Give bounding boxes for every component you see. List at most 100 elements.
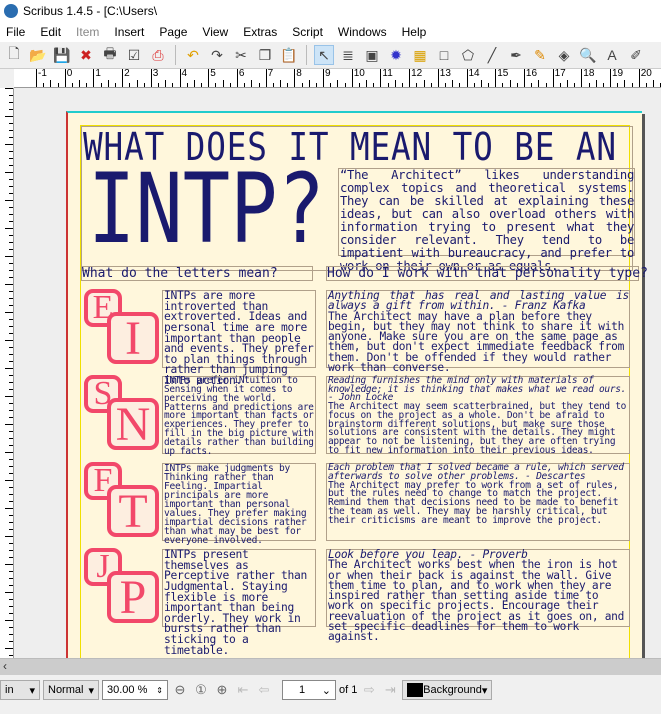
last-page-icon[interactable]: ⇥ xyxy=(381,681,399,699)
ruler-tick xyxy=(9,214,13,215)
edit-text-icon[interactable]: A xyxy=(602,45,622,65)
spinner-icon[interactable]: ⇕ xyxy=(156,686,163,695)
next-page-icon[interactable]: ⇨ xyxy=(360,681,378,699)
ruler-tick xyxy=(5,396,13,397)
close-icon[interactable]: ✖ xyxy=(76,45,96,65)
ruler-tick xyxy=(9,543,13,544)
prev-page-icon[interactable]: ⇦ xyxy=(255,681,273,699)
ruler-tick xyxy=(452,80,454,87)
heading-letters[interactable]: What do the letters mean? xyxy=(81,266,313,281)
ruler-tick xyxy=(9,585,13,586)
work-advice-frame[interactable]: Each problem that I solved became a rule… xyxy=(326,463,630,541)
rotate-icon[interactable]: ◈ xyxy=(554,45,574,65)
menu-extras[interactable]: Extras xyxy=(237,25,286,39)
open-icon[interactable]: 📂 xyxy=(28,45,48,65)
ruler-tick xyxy=(9,277,13,278)
ruler-tick xyxy=(9,249,13,250)
ruler-tick xyxy=(9,361,13,362)
undo-icon[interactable]: ↶ xyxy=(183,45,203,65)
layer-select[interactable]: Background ▾ xyxy=(402,680,493,700)
work-advice-frame[interactable]: Reading furnishes the mind only with mat… xyxy=(326,375,630,455)
cut-icon[interactable]: ✂ xyxy=(231,45,251,65)
menu-edit[interactable]: Edit xyxy=(34,25,70,39)
toolbar-separator xyxy=(306,45,307,65)
print-icon[interactable]: 🖶 xyxy=(100,45,120,65)
chevron-down-icon: ▾ xyxy=(88,684,94,697)
ruler-tick xyxy=(50,80,52,87)
ruler-tick xyxy=(9,242,13,243)
ruler-tick xyxy=(5,312,13,313)
paste-icon[interactable]: 📋 xyxy=(279,45,299,65)
letter-description[interactable]: INTPs prefer iNtuition to Sensing when i… xyxy=(162,376,316,456)
ruler-tick xyxy=(5,368,13,369)
page-select[interactable]: 1 ⌄ xyxy=(282,680,336,700)
unit-select[interactable]: in ▾ xyxy=(0,680,40,700)
ruler-tick xyxy=(5,592,13,593)
ruler-tick xyxy=(9,130,13,131)
letter-description[interactable]: INTPs make judgments by Thinking rather … xyxy=(162,463,316,546)
ruler-tick xyxy=(165,80,167,87)
document-canvas[interactable]: WHAT DOES IT MEAN TO BE AN INTP? “The Ar… xyxy=(15,88,661,658)
heading-work[interactable]: How do I work with that personality type… xyxy=(326,266,648,281)
ruler-tick xyxy=(5,172,13,173)
zoom-100-icon[interactable]: ① xyxy=(192,681,210,699)
freehand-icon[interactable]: ✎ xyxy=(530,45,550,65)
save-icon[interactable]: 💾 xyxy=(52,45,72,65)
ruler-tick xyxy=(9,137,13,138)
new-icon[interactable]: 🗋 xyxy=(4,45,24,65)
menu-item[interactable]: Item xyxy=(70,25,108,39)
zoom-input[interactable]: 30.00 % ⇕ xyxy=(102,680,168,700)
pdf-icon[interactable]: ⎙ xyxy=(148,45,168,65)
work-advice-frame[interactable]: Anything that has real and lasting value… xyxy=(326,290,630,373)
table-icon[interactable]: ▦ xyxy=(410,45,430,65)
intro-text[interactable]: “The Architect” likes understanding comp… xyxy=(338,168,635,273)
letter-tile-t: T xyxy=(107,485,159,538)
menu-help[interactable]: Help xyxy=(396,25,436,39)
zoom-value: 30.00 % xyxy=(107,684,148,696)
line-icon[interactable]: ╱ xyxy=(482,45,502,65)
letter-description[interactable]: INTPs present themselves as Perceptive r… xyxy=(162,549,316,656)
story-editor-icon[interactable]: ✐ xyxy=(626,45,646,65)
ruler-tick xyxy=(9,382,13,383)
vertical-ruler[interactable] xyxy=(0,88,14,658)
zoom-out-icon[interactable]: ⊖ xyxy=(171,681,189,699)
copy-icon[interactable]: ❐ xyxy=(255,45,275,65)
menu-file[interactable]: File xyxy=(0,25,34,39)
ruler-tick xyxy=(9,627,13,628)
menu-view[interactable]: View xyxy=(196,25,237,39)
image-frame-icon[interactable]: ▣ xyxy=(362,45,382,65)
view-mode-select[interactable]: Normal ▾ xyxy=(43,680,99,700)
ruler-label: -1 xyxy=(36,69,47,87)
menu-script[interactable]: Script xyxy=(286,25,332,39)
ruler-tick xyxy=(9,95,13,96)
text-frame-icon[interactable]: ≣ xyxy=(338,45,358,65)
menu-insert[interactable]: Insert xyxy=(108,25,153,39)
menu-windows[interactable]: Windows xyxy=(332,25,396,39)
ruler-tick xyxy=(9,305,13,306)
quote: Reading furnishes the mind only with mat… xyxy=(328,375,627,404)
scroll-left-icon[interactable]: ‹ xyxy=(3,659,7,673)
menu-page[interactable]: Page xyxy=(153,25,196,39)
redo-icon[interactable]: ↷ xyxy=(207,45,227,65)
letter-tile-n: N xyxy=(107,398,159,451)
preflight-icon[interactable]: ☑ xyxy=(124,45,144,65)
polygon-icon[interactable]: ⬠ xyxy=(458,45,478,65)
zoom-icon[interactable]: 🔍 xyxy=(578,45,598,65)
title-intp: INTP? xyxy=(88,153,325,265)
ruler-tick xyxy=(337,80,339,87)
letter-description[interactable]: INTPs are more introverted than extrover… xyxy=(162,290,316,386)
ruler-tick xyxy=(5,200,13,201)
render-frame-icon[interactable]: ✹ xyxy=(386,45,406,65)
ruler-tick xyxy=(9,473,13,474)
horizontal-scrollbar[interactable]: ‹ xyxy=(0,658,661,675)
horizontal-ruler[interactable]: -1 0 1 2 3 4 5 6 7 8 9 10 11 12 13 14 15 16 17 18 19 20 xyxy=(14,69,661,88)
ruler-tick xyxy=(9,263,13,264)
ruler-tick xyxy=(9,102,13,103)
bezier-icon[interactable]: ✒ xyxy=(506,45,526,65)
zoom-in-icon[interactable]: ⊕ xyxy=(213,681,231,699)
work-advice-frame[interactable]: Look before you leap. - Proverb The Arch… xyxy=(326,549,630,643)
select-icon[interactable]: ↖ xyxy=(314,45,334,65)
first-page-icon[interactable]: ⇤ xyxy=(234,681,252,699)
ruler-tick xyxy=(222,80,224,87)
shape-icon[interactable]: □ xyxy=(434,45,454,65)
